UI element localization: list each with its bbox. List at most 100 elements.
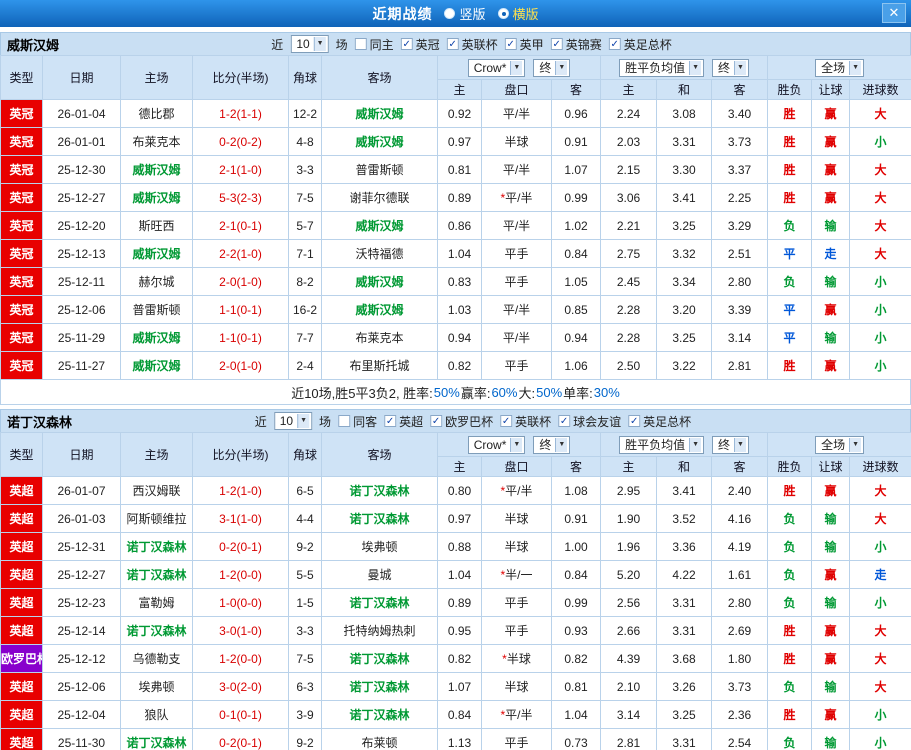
near-label: 近 [271,37,284,52]
handicap-result: 输 [811,532,851,561]
score: 5-3(2-3) [192,183,289,212]
handicap-home-odds: 0.97 [437,504,482,533]
league-checkbox[interactable]: 英联杯 [446,36,498,53]
score: 2-1(0-1) [192,211,289,240]
games-count-select[interactable]: 10 [273,412,313,430]
same-venue-label: 同客 [353,414,378,429]
league-checkbox[interactable]: 球会友谊 [558,413,621,430]
match-date: 26-01-03 [42,504,121,533]
match-row: 英超 25-12-27 诺丁汉森林 1-2(0-0) 5-5 曼城 1.04 *半/一 0.84… [0,560,911,589]
handicap-result: 赢 [811,476,851,505]
col-header-away: 客场 [321,432,438,477]
bookmaker-select[interactable]: Crow* [467,435,526,454]
europe-time-select[interactable]: 终 [712,435,749,454]
corners: 4-8 [288,127,322,156]
scope-select[interactable]: 全场 [815,435,865,454]
match-row: 英超 26-01-07 西汉姆联 1-2(1-0) 6-5 诺丁汉森林 0.80 *平/半 1.… [0,476,911,505]
goals-result: 大 [849,183,911,212]
recent-results-panel: 近期战绩 竖版 横版 ✕ 威斯汉姆 近 10 场 [0,0,911,750]
corners: 8-2 [288,267,322,296]
draw-odds: 3.68 [656,644,713,673]
handicap-line: 平/半 [481,155,552,184]
corners: 5-7 [288,211,322,240]
score: 3-0(2-0) [192,672,289,701]
draw-odds: 4.22 [656,560,713,589]
radio-unchecked-icon[interactable] [444,8,456,19]
section-header: 诺丁汉森林 近 10 场 同客 英超 欧罗巴杯 英联杯 球会友谊 英足总杯 [0,409,911,432]
star-icon: * [500,568,506,582]
same-venue-checkbox[interactable]: 同客 [338,413,377,430]
europe-time-select[interactable]: 终 [712,58,749,77]
result: 负 [767,672,813,701]
radio-vertical-layout[interactable]: 竖版 [444,4,486,23]
handicap-time-value: 终 [539,60,552,75]
league-label: 球会友谊 [573,414,622,429]
league-checkbox[interactable]: 英超 [384,413,423,430]
score: 2-0(1-0) [192,267,289,296]
league-badge: 英冠 [0,267,43,296]
league-filter-group: 英冠 英联杯 英甲 英锦赛 英足总杯 [400,36,672,53]
league-checkbox[interactable]: 英甲 [504,36,544,53]
games-count-select[interactable]: 10 [290,35,329,53]
score: 0-1(0-1) [192,700,289,729]
subcol-handicap-away: 客 [550,79,602,100]
col-header-corner: 角球 [288,55,322,100]
radio-vertical-label[interactable]: 竖版 [459,4,485,23]
goals-result: 走 [849,560,911,589]
radio-horizontal-label[interactable]: 横版 [513,4,539,23]
league-checkbox[interactable]: 欧罗巴杯 [430,413,493,430]
result: 胜 [767,476,813,505]
handicap-line: *平/半 [481,476,552,505]
match-row: 英冠 26-01-01 布莱克本 0-2(0-2) 4-8 威斯汉姆 0.97 半球 0.91 2… [0,127,911,156]
subcol-europe-home: 主 [600,79,658,100]
handicap-line: *半球 [481,644,552,673]
result: 负 [767,211,813,240]
handicap-away-odds: 0.84 [550,560,602,589]
handicap-away-odds: 1.00 [550,532,602,561]
win-odds: 1.96 [600,532,658,561]
corners: 16-2 [288,295,322,324]
handicap-line: 平手 [481,351,552,380]
subcol-goals: 进球数 [849,456,911,477]
checkbox-checked-icon [504,38,517,50]
goals-result: 大 [849,672,911,701]
league-checkbox[interactable]: 英锦赛 [550,36,602,53]
league-checkbox[interactable]: 英联杯 [500,413,551,430]
col-header-score: 比分(半场) [192,55,289,100]
odds-controls-row: 类型 日期 主场 比分(半场) 角球 客场 Crow* 终 胜平负均值 [0,432,911,477]
win-odds: 2.10 [600,672,658,701]
handicap-time-select[interactable]: 终 [533,58,571,77]
europe-odds-select[interactable]: 胜平负均值 [619,435,705,454]
result: 负 [767,267,813,296]
chevron-down-icon [297,414,310,428]
lose-odds: 3.14 [711,323,769,352]
handicap-line: 半球 [481,504,552,533]
scope-select[interactable]: 全场 [815,58,865,77]
bookmaker-select[interactable]: Crow* [467,58,526,77]
handicap-time-select[interactable]: 终 [533,435,571,454]
draw-odds: 3.22 [656,351,713,380]
score: 2-0(1-0) [192,351,289,380]
win-odds: 1.90 [600,504,658,533]
chevron-down-icon [734,60,746,75]
close-button[interactable]: ✕ [882,3,906,23]
radio-checked-icon[interactable] [497,8,509,19]
result: 负 [767,588,813,617]
league-badge: 英超 [0,672,43,701]
league-checkbox[interactable]: 英冠 [400,36,440,53]
league-checkbox[interactable]: 英足总杯 [608,36,672,53]
handicap-home-odds: 0.92 [437,99,482,128]
result: 负 [767,532,813,561]
lose-odds: 4.16 [711,504,769,533]
same-venue-checkbox[interactable]: 同主 [354,36,394,53]
away-team: 沃特福德 [321,239,438,268]
radio-horizontal-layout[interactable]: 横版 [497,4,539,23]
win-odds: 2.50 [600,351,658,380]
draw-odds: 3.30 [656,155,713,184]
lose-odds: 2.81 [711,351,769,380]
handicap-away-odds: 0.84 [550,239,602,268]
draw-odds: 3.31 [656,728,713,750]
europe-odds-select[interactable]: 胜平负均值 [619,58,705,77]
league-checkbox[interactable]: 英足总杯 [628,413,691,430]
score: 1-1(0-1) [192,323,289,352]
